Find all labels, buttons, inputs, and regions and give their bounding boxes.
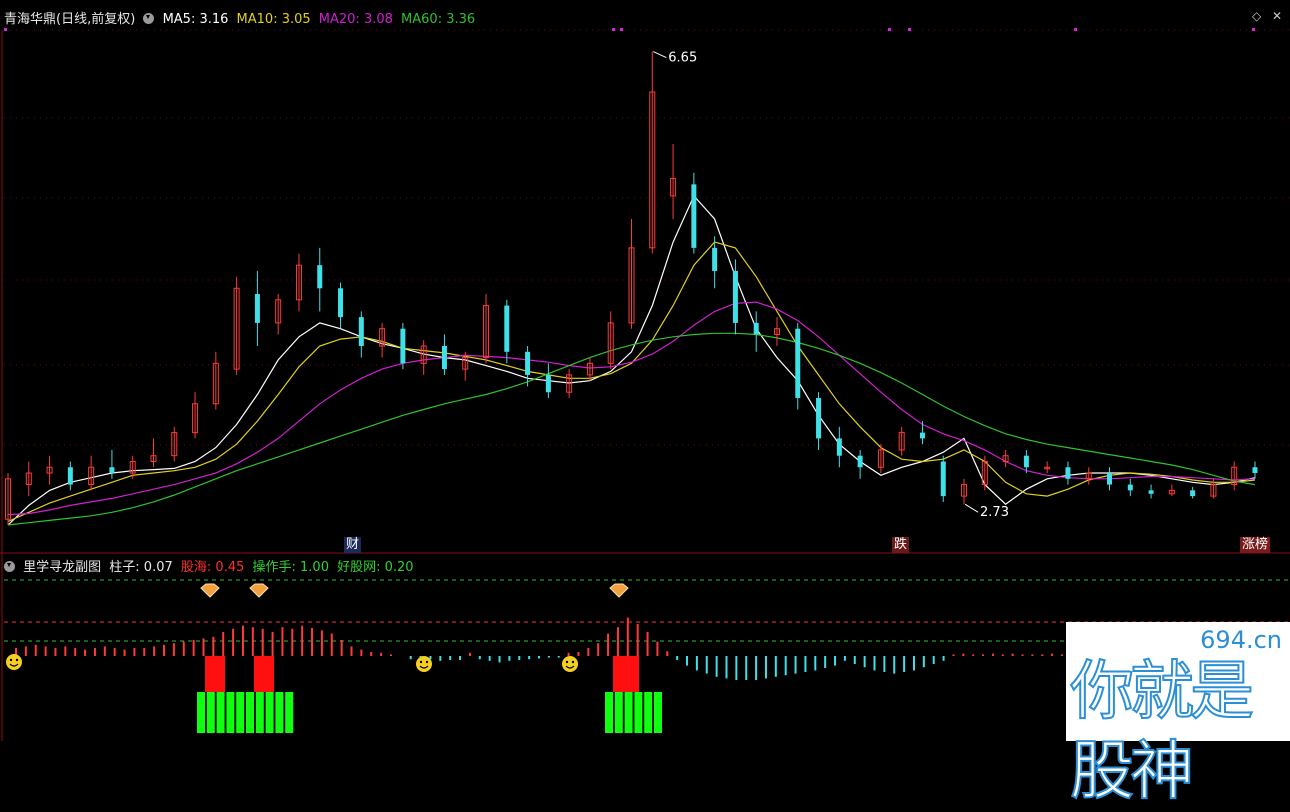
candle-body: [1252, 467, 1258, 474]
top-event-marker: [1074, 28, 1077, 31]
ma10-label: MA10: 3.05: [236, 12, 311, 27]
signal-block-red: [613, 656, 639, 692]
candle-body: [857, 455, 863, 468]
haogu-value: 好股网: 0.20: [337, 560, 414, 575]
candle-body: [400, 328, 406, 364]
top-event-marker: [1252, 28, 1255, 31]
top-event-marker: [612, 28, 615, 31]
high-arrow: [653, 51, 667, 59]
smiley-eye: [565, 660, 569, 664]
signal-block-green: [197, 692, 205, 733]
signal-block-green: [614, 692, 623, 733]
candle-body: [836, 438, 842, 456]
smiley-icon: [562, 656, 578, 672]
stock-chart-stage: 6.65 2.73 青海华鼎(日线,前复权) MA5: 3.16 MA10: 3.…: [0, 0, 1290, 810]
signal-block-green: [605, 692, 613, 733]
signal-block-green: [206, 692, 215, 733]
low-label: 2.73: [980, 505, 1009, 520]
top-event-marker: [620, 28, 623, 31]
signal-block-red: [205, 656, 225, 692]
candle-body: [1107, 473, 1113, 485]
indicator-header: 里学寻龙副图 柱子: 0.07 股海: 0.45 操作手: 1.00 好股网: …: [4, 556, 418, 575]
diamond-icon[interactable]: ◇: [1252, 9, 1261, 23]
die-tag[interactable]: 跌: [892, 537, 910, 553]
signal-block-green: [624, 692, 633, 733]
signal-block-green: [255, 692, 264, 733]
indicator-name: 里学寻龙副图: [23, 560, 102, 575]
stock-title: 青海华鼎(日线,前复权): [4, 12, 136, 27]
candle-body: [1148, 490, 1154, 494]
signal-block-green: [216, 692, 225, 733]
top-event-marker: [908, 28, 911, 31]
signal-block-green: [654, 692, 662, 733]
candle-body: [317, 265, 323, 289]
diamond-icon: [609, 583, 629, 598]
cai-tag[interactable]: 财: [344, 537, 362, 553]
smiley-eye: [425, 660, 429, 664]
watermark: 694.cn 你就是股神: [1066, 622, 1290, 810]
guhai-value: 股海: 0.45: [180, 560, 245, 575]
signal-block-red: [254, 656, 274, 692]
candle-body: [1023, 455, 1029, 468]
candle-body: [338, 288, 344, 318]
diamond-icon: [200, 583, 220, 598]
ma20-label: MA20: 3.08: [318, 12, 393, 27]
candle-body: [504, 305, 510, 352]
smiley-eye: [15, 658, 19, 662]
chevron-down-icon[interactable]: [4, 561, 15, 572]
candle-body: [816, 397, 822, 439]
candle-body: [1190, 490, 1196, 497]
candle-body: [545, 374, 551, 393]
smiley-icon: [416, 656, 432, 672]
smiley-eye: [571, 660, 575, 664]
candle-body: [691, 184, 697, 248]
ma60-label: MA60: 3.36: [401, 12, 476, 27]
watermark-url: 694.cn: [1200, 626, 1282, 654]
candle-body: [712, 247, 718, 271]
diamond-icon: [249, 583, 269, 598]
chevron-down-icon[interactable]: [143, 13, 155, 24]
candle-body: [795, 328, 801, 398]
zhangbang-tag[interactable]: 涨榜: [1240, 537, 1271, 553]
close-icon[interactable]: ✕: [1272, 9, 1282, 23]
top-event-marker: [888, 28, 891, 31]
candle-body: [358, 317, 364, 347]
candle-body: [919, 432, 925, 439]
candle-body: [1127, 484, 1133, 491]
smiley-icon: [6, 654, 22, 670]
signal-block-green: [226, 692, 235, 733]
candle-body: [940, 461, 946, 497]
top-event-marker: [4, 28, 7, 31]
signal-block-green: [644, 692, 653, 733]
candle-body: [67, 467, 73, 485]
caozuoshou-value: 操作手: 1.00: [252, 560, 329, 575]
candle-body: [109, 467, 115, 474]
signal-block-green: [285, 692, 294, 733]
signal-block-green: [265, 692, 274, 733]
signal-block-green: [236, 692, 245, 733]
candle-body: [525, 351, 531, 375]
ma5-label: MA5: 3.16: [162, 12, 229, 27]
candle-body: [1065, 467, 1071, 479]
signal-block-green: [634, 692, 643, 733]
watermark-text: 你就是股神: [1069, 654, 1255, 810]
low-arrow: [964, 503, 979, 513]
main-chart-header: 青海华鼎(日线,前复权) MA5: 3.16 MA10: 3.05 MA20: …: [4, 8, 479, 27]
high-label: 6.65: [668, 51, 697, 66]
candle-body: [753, 322, 759, 335]
signal-block-green: [246, 692, 254, 733]
candle-body: [254, 294, 260, 323]
signal-block-green: [275, 692, 284, 733]
candle-body: [441, 346, 447, 370]
smiley-eye: [419, 660, 423, 664]
smiley-eye: [9, 658, 13, 662]
zhuzi-value: 柱子: 0.07: [109, 560, 173, 575]
candle-body: [732, 270, 738, 323]
